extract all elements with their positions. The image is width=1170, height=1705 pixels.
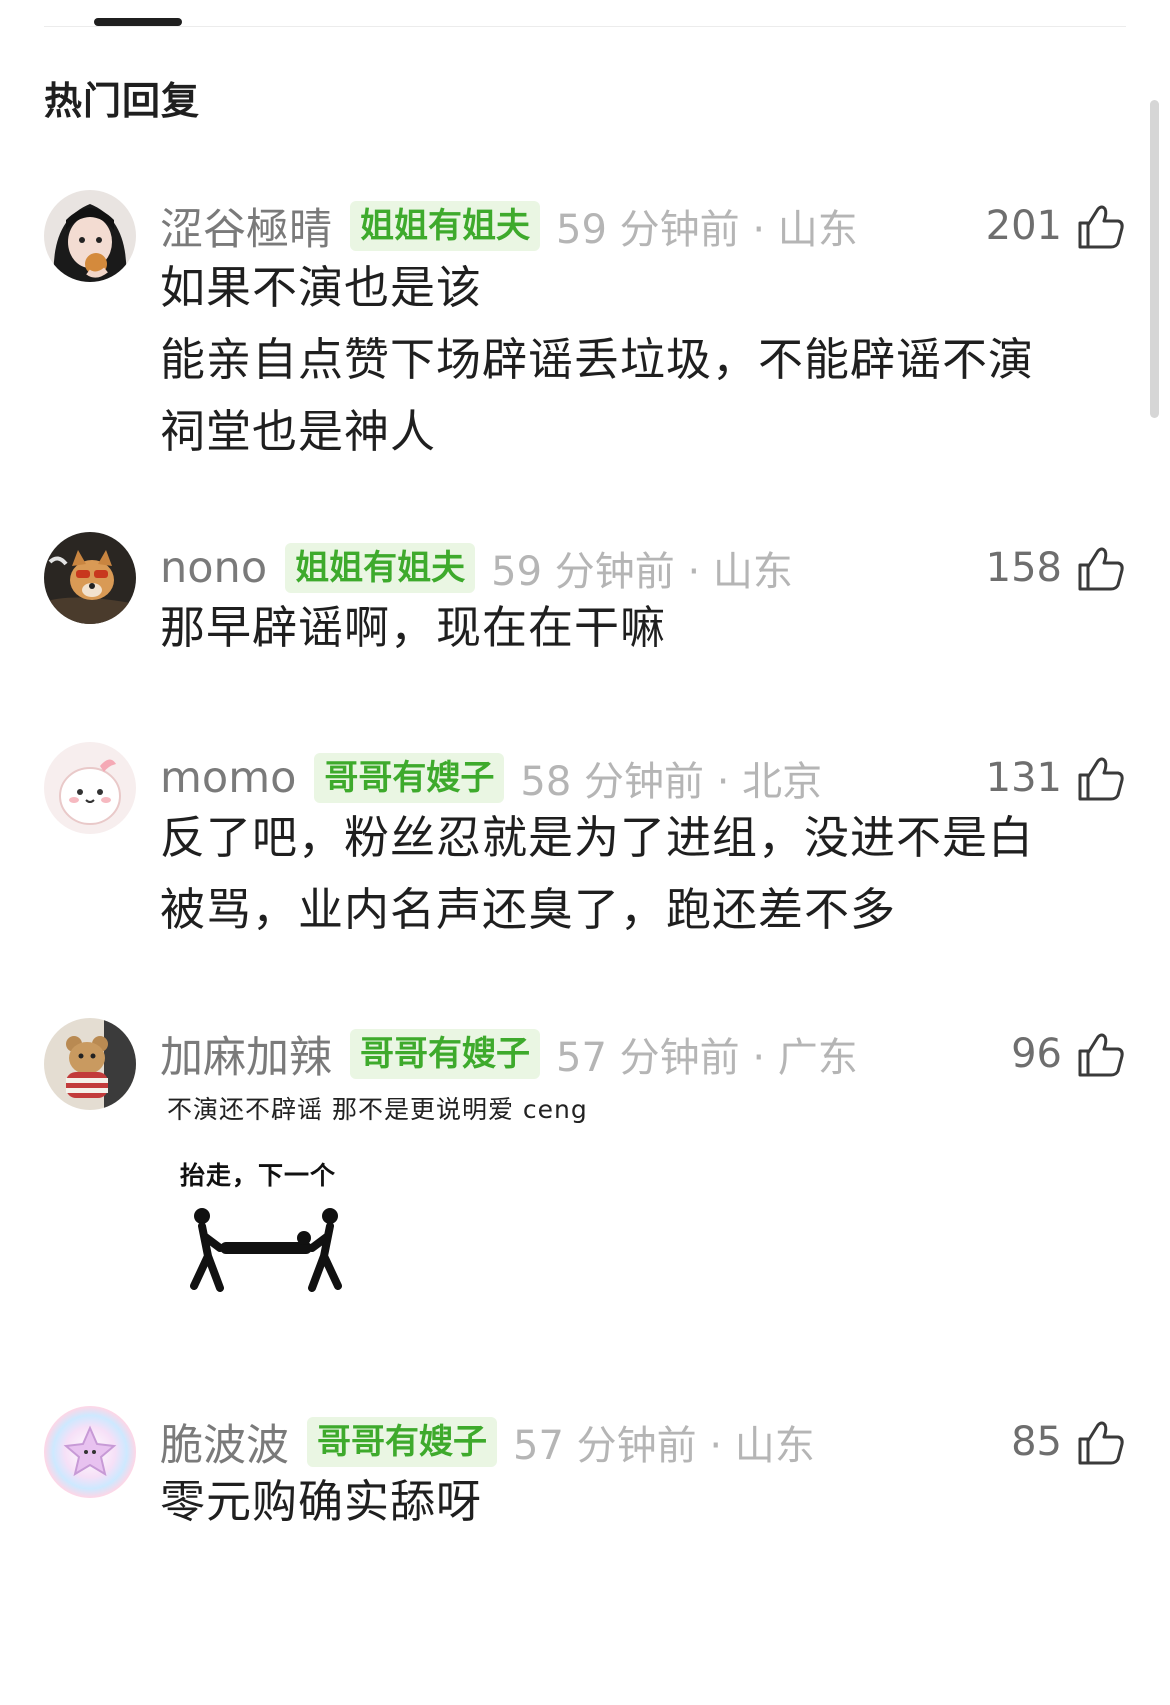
comment-text: 不演还不辟谣 那不是更说明爱 ceng: [167, 1095, 588, 1124]
comment-text: 如果不演也是该 能亲自点赞下场辟谣丢垃圾，不能辟谣不演 祠堂也是神人: [160, 252, 1090, 468]
like-button[interactable]: 201: [986, 198, 1126, 254]
fan-badge[interactable]: 姐姐有姐夫: [350, 201, 540, 251]
thumbs-up-icon[interactable]: [1076, 201, 1126, 251]
time-location: 59 分钟前 · 山东: [556, 207, 858, 253]
fan-badge[interactable]: 哥哥有嫂子: [314, 753, 505, 803]
like-button[interactable]: 158: [986, 540, 1126, 596]
scrollbar[interactable]: [1150, 100, 1159, 418]
top-divider: [44, 26, 1126, 27]
thumbs-up-icon[interactable]: [1076, 1029, 1126, 1079]
comment-meta: 脆波波 哥哥有嫂子 57 分钟前 · 山东: [160, 1411, 1126, 1473]
username[interactable]: 涩谷極晴: [160, 195, 332, 257]
comment-meta: 涩谷極晴 姐姐有姐夫 59 分钟前 · 山东: [160, 195, 1126, 257]
like-count: 158: [985, 545, 1062, 591]
avatar[interactable]: [44, 532, 136, 624]
comment-meta: momo 哥哥有嫂子 58 分钟前 · 北京: [160, 750, 1126, 806]
username[interactable]: 脆波波: [160, 1411, 289, 1473]
stretcher-carry-icon: [190, 1208, 342, 1292]
fan-badge[interactable]: 哥哥有嫂子: [350, 1029, 540, 1079]
comment-text: 反了吧，粉丝忍就是为了进组，没进不是白 被骂，业内名声还臭了，跑还差不多: [160, 802, 1090, 946]
comment-text: 那早辟谣啊，现在在干嘛: [160, 592, 1090, 664]
comment-line: 零元购确实舔呀: [160, 1475, 483, 1528]
like-count: 201: [985, 203, 1062, 249]
active-tab-indicator: [94, 18, 182, 26]
thumbs-up-icon[interactable]: [1076, 543, 1126, 593]
comment-line: 祠堂也是神人: [160, 405, 437, 458]
avatar[interactable]: [44, 190, 136, 282]
username[interactable]: 加麻加辣: [160, 1023, 332, 1085]
fan-badge[interactable]: 哥哥有嫂子: [307, 1417, 497, 1467]
meme-sticker[interactable]: 抬走，下一个: [180, 1156, 370, 1326]
section-title: 热门回复: [44, 79, 201, 123]
like-button[interactable]: 85: [1011, 1414, 1126, 1470]
like-button[interactable]: 131: [986, 750, 1126, 806]
thumbs-up-icon[interactable]: [1076, 1417, 1126, 1467]
comment-meta: nono 姐姐有姐夫 59 分钟前 · 山东: [160, 540, 1126, 596]
comment-line: 那早辟谣啊，现在在干嘛: [160, 601, 667, 654]
comment-line: 能亲自点赞下场辟谣丢垃圾，不能辟谣不演: [160, 333, 1035, 386]
like-count: 85: [1011, 1419, 1062, 1465]
avatar[interactable]: [44, 1406, 136, 1498]
like-button[interactable]: 96: [1011, 1026, 1126, 1082]
comment-line: 反了吧，粉丝忍就是为了进组，没进不是白: [160, 811, 1035, 864]
like-count: 131: [985, 755, 1062, 801]
comment-meta: 加麻加辣 哥哥有嫂子 57 分钟前 · 广东: [160, 1023, 1126, 1085]
avatar[interactable]: [44, 1018, 136, 1110]
username[interactable]: nono: [160, 543, 267, 593]
like-count: 96: [1011, 1031, 1062, 1077]
time-location: 57 分钟前 · 山东: [513, 1423, 815, 1469]
comment-line: 被骂，业内名声还臭了，跑还差不多: [160, 883, 897, 936]
avatar[interactable]: [44, 742, 136, 834]
time-location: 57 分钟前 · 广东: [556, 1035, 858, 1081]
comment-text: 零元购确实舔呀: [160, 1466, 1090, 1538]
username[interactable]: momo: [160, 753, 296, 803]
time-location: 58 分钟前 · 北京: [520, 759, 823, 805]
sticker-caption: 抬走，下一个: [180, 1161, 337, 1190]
time-location: 59 分钟前 · 山东: [491, 549, 793, 595]
comment-line: 如果不演也是该: [160, 261, 483, 314]
thumbs-up-icon[interactable]: [1076, 753, 1126, 803]
fan-badge[interactable]: 姐姐有姐夫: [285, 543, 476, 593]
